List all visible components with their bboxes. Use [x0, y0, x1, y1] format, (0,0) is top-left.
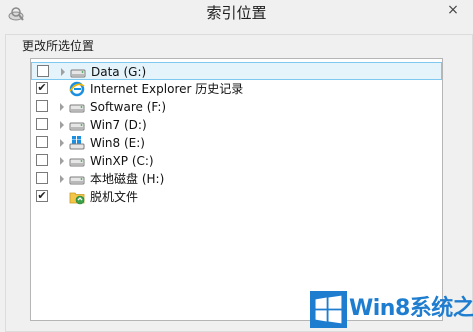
window-title: 索引位置: [206, 4, 267, 22]
close-button[interactable]: ×: [433, 0, 473, 20]
tree-item-win7-d[interactable]: Win7 (D:): [31, 116, 442, 134]
group-label: 更改所选位置: [22, 39, 95, 53]
tree-item-label: 脱机文件: [90, 190, 139, 204]
checkbox[interactable]: ✔: [36, 190, 48, 202]
watermark-text: Win8系统之家: [349, 296, 473, 321]
tree-item-local-disk-h[interactable]: 本地磁盘 (H:): [31, 170, 442, 188]
drive-icon: [70, 69, 86, 78]
checkbox[interactable]: [36, 118, 48, 130]
locations-tree[interactable]: Data (G:) ✔ Internet Explorer 历史记录 Softw…: [30, 58, 443, 321]
expand-arrow-icon[interactable]: [57, 119, 67, 131]
checkbox[interactable]: ✔: [36, 82, 48, 94]
tree-item-win8-e[interactable]: Win8 (E:): [31, 134, 442, 152]
tree-item-offline-files[interactable]: ✔ 脱机文件: [31, 188, 442, 206]
expand-arrow-icon[interactable]: [57, 173, 67, 185]
checkbox[interactable]: [36, 154, 48, 166]
drive-icon: [69, 122, 85, 131]
tree-item-winxp-c[interactable]: WinXP (C:): [31, 152, 442, 170]
internet-explorer-icon: [69, 81, 85, 97]
checkbox[interactable]: [37, 65, 49, 77]
checkbox[interactable]: [36, 100, 48, 112]
tree-item-label: Internet Explorer 历史记录: [90, 82, 244, 96]
expand-arrow-icon[interactable]: [57, 101, 67, 113]
tree-item-data-g[interactable]: Data (G:): [31, 62, 442, 80]
tree-item-software-f[interactable]: Software (F:): [31, 98, 442, 116]
indexing-locations-window: 索引位置 × 更改所选位置 Data (G:) ✔ Internet Explo…: [0, 0, 473, 332]
title-bar: 索引位置 ×: [0, 0, 473, 30]
expand-arrow-icon[interactable]: [57, 155, 67, 167]
windows-logo-icon: [310, 291, 347, 328]
expand-arrow-icon[interactable]: [58, 66, 68, 78]
tree-item-label: 本地磁盘 (H:): [90, 172, 165, 186]
tree-item-ie-history[interactable]: ✔ Internet Explorer 历史记录: [31, 80, 442, 98]
site-watermark: Win8系统之家: [309, 288, 473, 332]
offline-files-icon: [69, 192, 85, 205]
tree-item-label: Software (F:): [90, 100, 167, 114]
checkbox[interactable]: [36, 172, 48, 184]
windows-drive-icon: [69, 136, 85, 150]
tree-item-label: Data (G:): [91, 65, 147, 79]
checkbox[interactable]: [36, 136, 48, 148]
drive-icon: [69, 104, 85, 113]
drive-icon: [69, 158, 85, 167]
expand-arrow-icon[interactable]: [57, 137, 67, 149]
tree-item-label: Win7 (D:): [90, 118, 147, 132]
drive-icon: [69, 176, 85, 185]
tree-item-label: Win8 (E:): [90, 136, 145, 150]
tree-item-label: WinXP (C:): [90, 154, 154, 168]
